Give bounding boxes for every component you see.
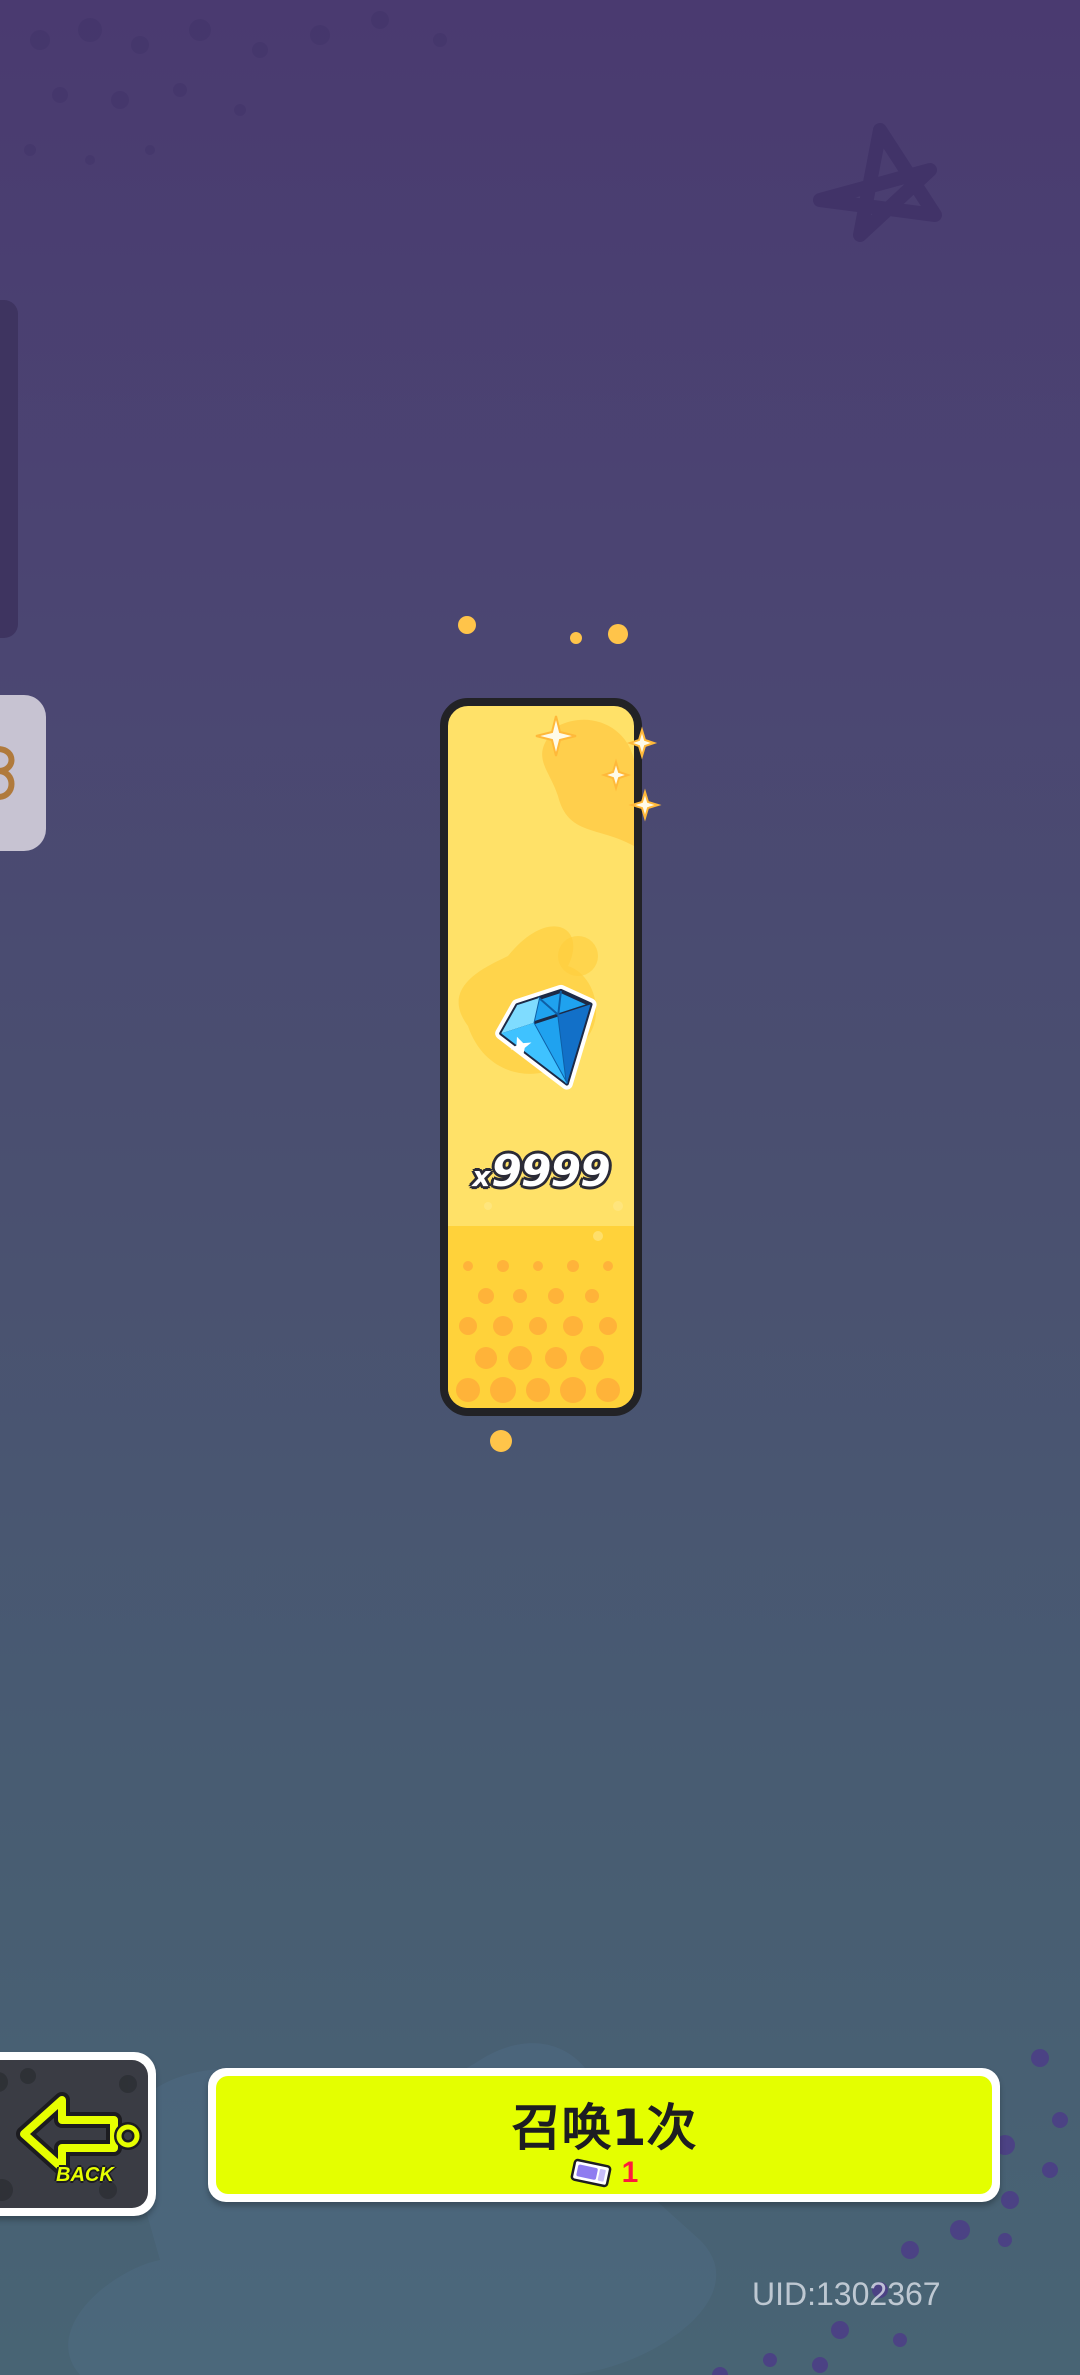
summon-cost: 1 [216,2156,992,2190]
summon-ticket-icon [570,2158,612,2188]
reward-quantity: x9999 [472,1146,611,1197]
user-id-label: UID:1302367 [752,2276,941,2312]
summon-label: 召唤1次 [511,2099,697,2157]
side-panel[interactable] [0,300,18,638]
character-icon [0,746,15,800]
side-tab-button[interactable] [0,695,46,851]
particle-dot [458,616,476,634]
particle-dot [490,1430,512,1452]
back-button[interactable]: BACK [0,2052,156,2216]
particle-dot [570,632,582,644]
back-label: BACK [56,2164,114,2186]
summon-once-button[interactable]: 召唤1次 1 [208,2068,1000,2202]
blue-diamond-icon [495,984,597,1090]
particle-dot [608,624,628,644]
sparkle-icon [535,715,662,822]
summon-cost-count: 1 [621,2156,639,2189]
